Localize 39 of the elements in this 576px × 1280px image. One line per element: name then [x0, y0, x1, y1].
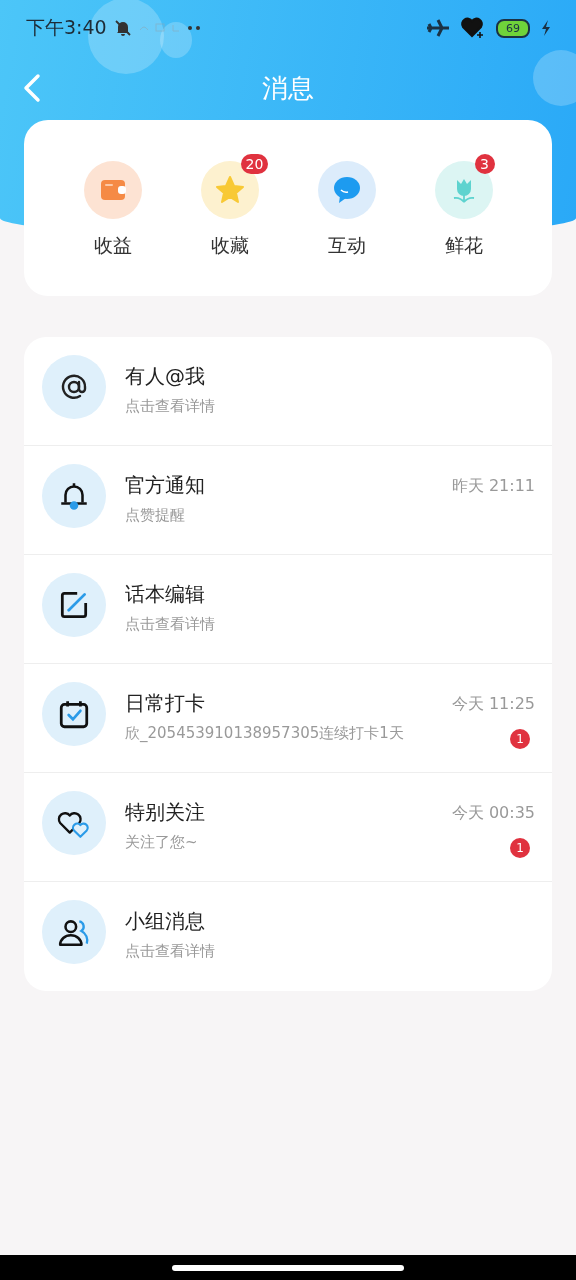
- message-preview: 点击查看详情: [125, 615, 216, 634]
- shortcut-label: 收藏: [210, 233, 249, 258]
- star-icon: [213, 174, 246, 206]
- charging-bolt-icon: [540, 19, 552, 37]
- unread-badge: 1: [510, 838, 530, 858]
- message-row[interactable]: 特别关注 关注了您~ 今天 00:35 1: [24, 773, 552, 882]
- message-preview: 关注了您~: [125, 833, 199, 852]
- message-preview: 欣_205453910138957305连续打卡1天: [125, 724, 405, 743]
- battery-percent: 69: [506, 22, 520, 34]
- message-time: 今天 11:25: [451, 694, 535, 715]
- muted-bell-icon: [112, 18, 133, 38]
- message-title: 小组消息: [125, 908, 206, 935]
- message-preview: 点击查看详情: [125, 942, 216, 961]
- message-preview: 点击查看详情: [125, 397, 216, 416]
- count-badge: 3: [474, 154, 495, 174]
- page-title: 消息: [261, 71, 315, 105]
- home-indicator[interactable]: [172, 1264, 404, 1271]
- airplane-icon: [426, 18, 450, 38]
- message-row[interactable]: 官方通知 点赞提醒 昨天 21:11: [24, 446, 552, 555]
- bubble-decoration: [533, 50, 576, 106]
- message-title: 官方通知: [125, 472, 206, 499]
- message-time: 昨天 21:11: [451, 476, 535, 497]
- shortcut-label: 收益: [93, 233, 132, 258]
- message-row[interactable]: 日常打卡 欣_205453910138957305连续打卡1天 今天 11:25 1: [24, 664, 552, 773]
- message-preview: 点赞提醒: [125, 506, 186, 525]
- message-title: 话本编辑: [125, 581, 206, 608]
- message-title: 日常打卡: [125, 690, 206, 717]
- message-row[interactable]: 话本编辑 点击查看详情: [24, 555, 552, 664]
- message-row[interactable]: 小组消息 点击查看详情: [24, 882, 552, 991]
- shortcut-label: 互动: [327, 233, 366, 258]
- message-row[interactable]: 有人@我 点击查看详情: [24, 337, 552, 446]
- unread-badge: 1: [510, 729, 530, 749]
- message-title: 有人@我: [125, 363, 206, 390]
- status-time: 下午3:40: [26, 15, 107, 40]
- message-title: 特别关注: [125, 799, 206, 826]
- message-time: 今天 00:35: [451, 803, 535, 824]
- shortcut-label: 鲜花: [444, 233, 483, 258]
- more-dots-icon: [186, 25, 201, 31]
- count-badge: 20: [240, 154, 269, 174]
